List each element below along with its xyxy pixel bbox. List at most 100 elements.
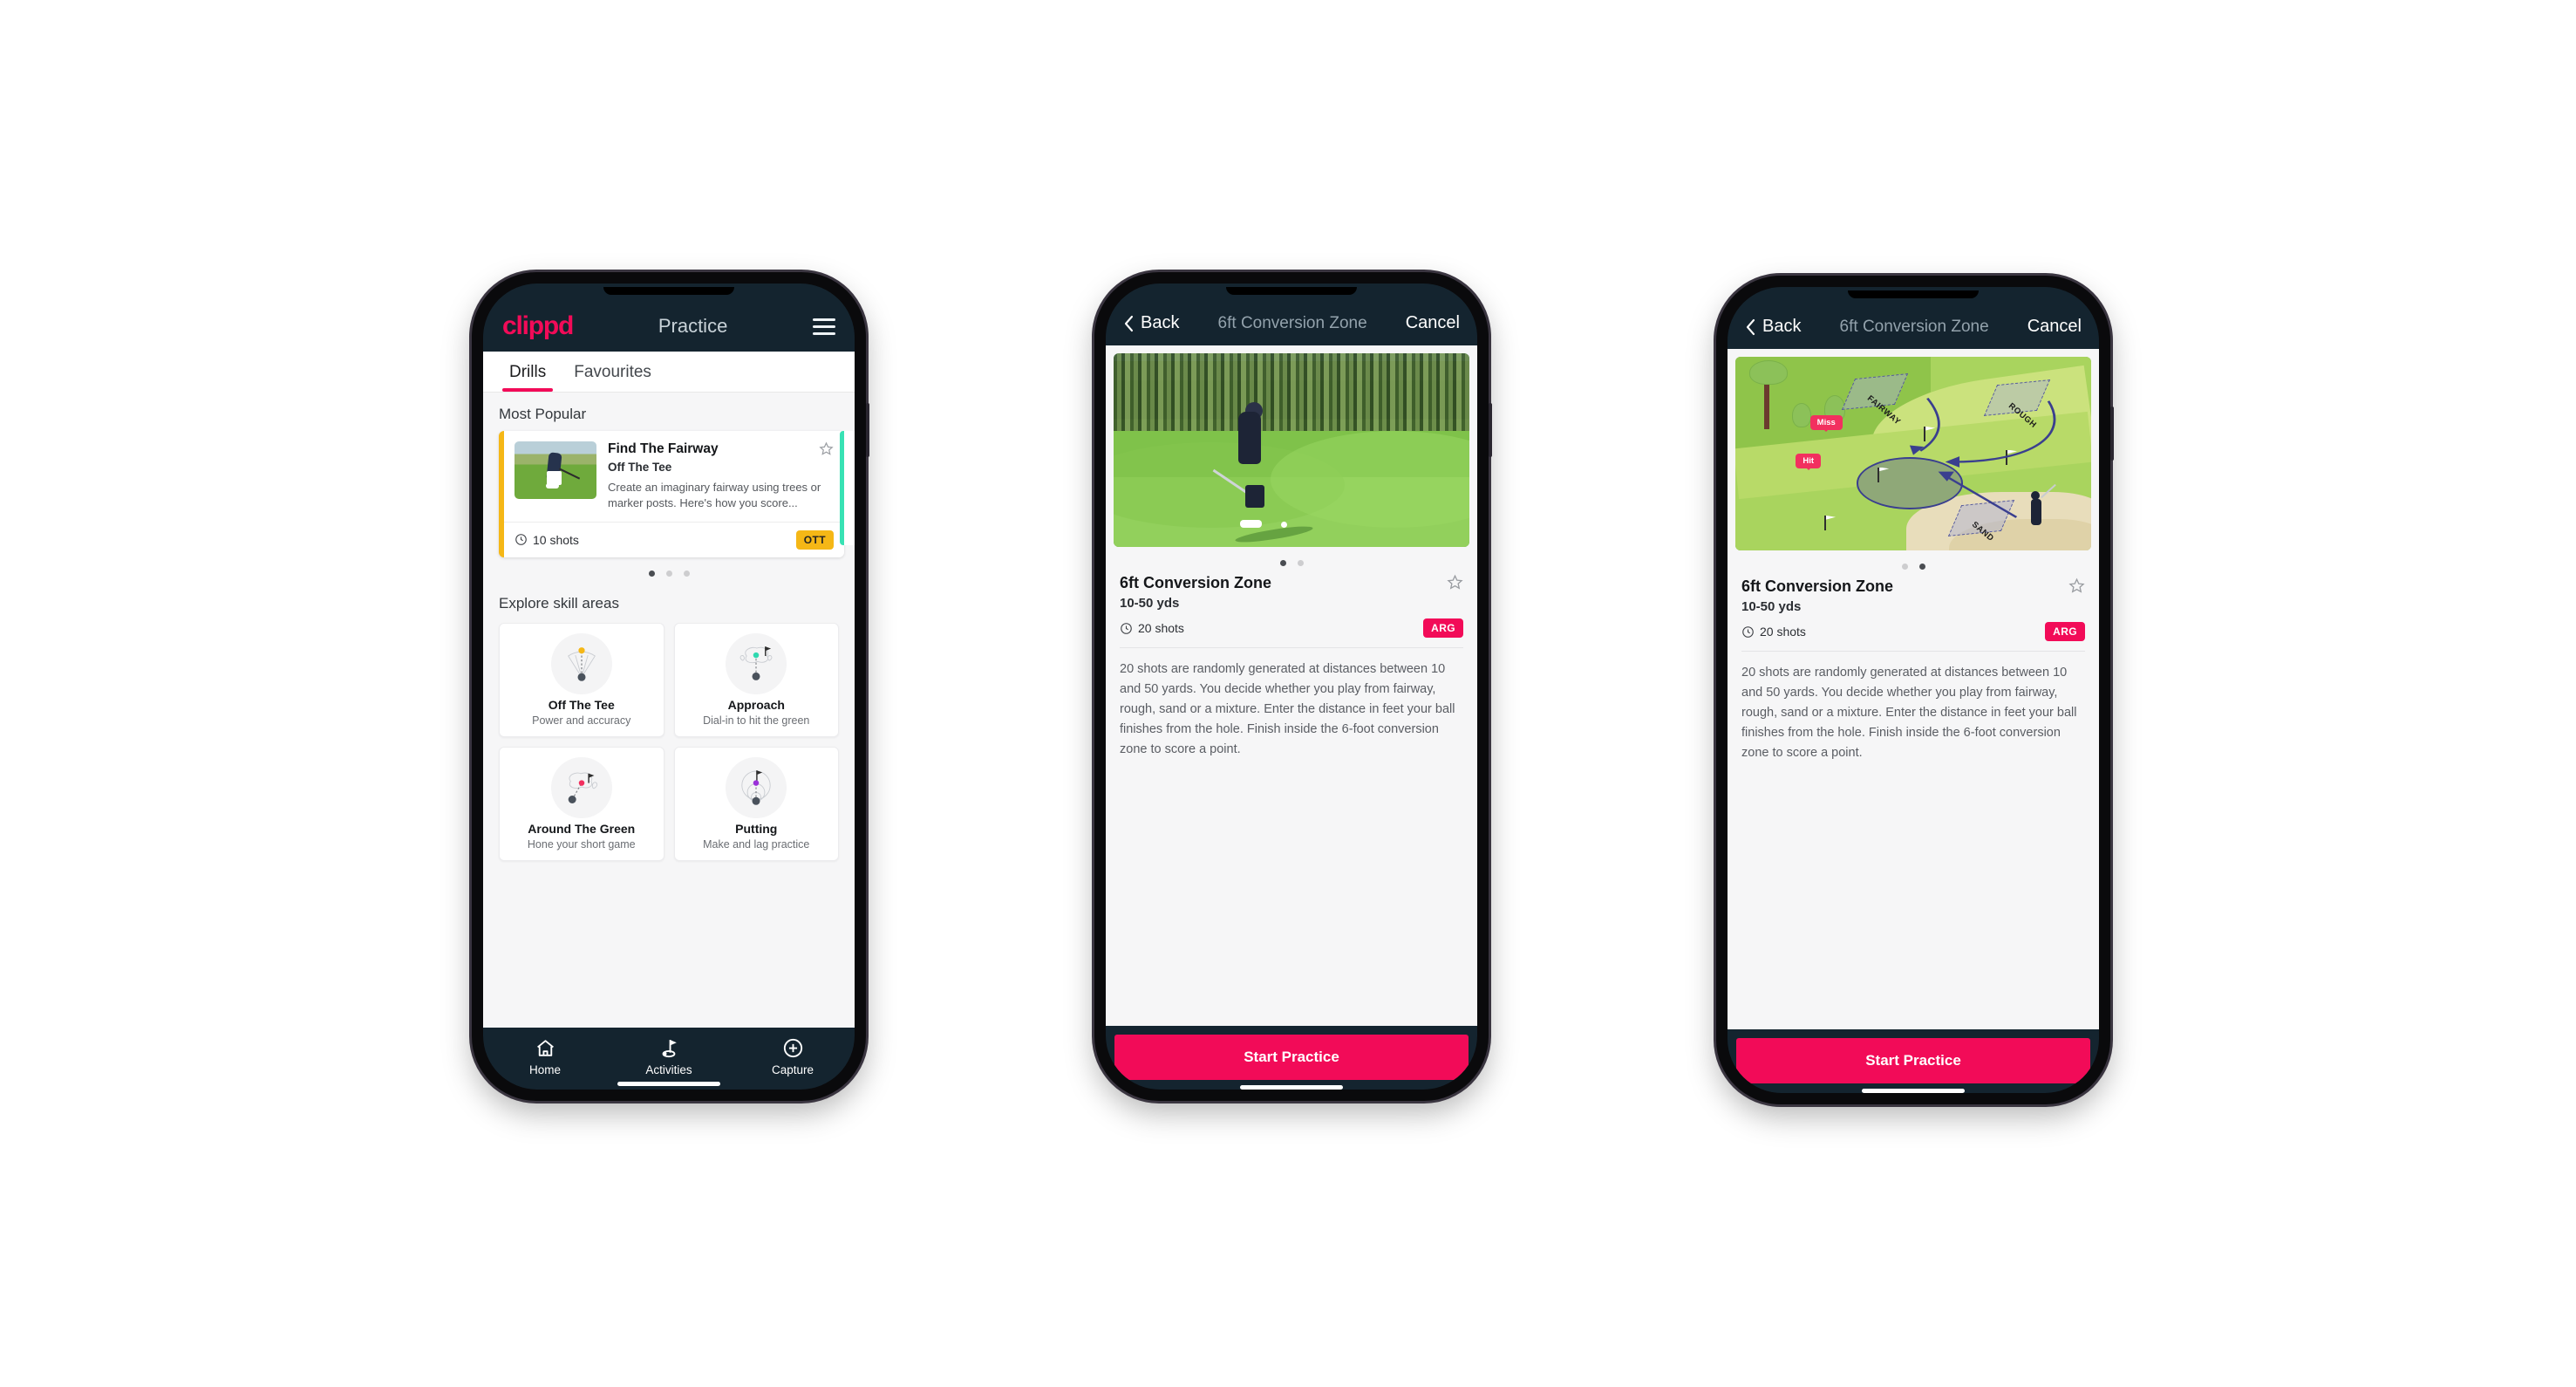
star-outline-icon[interactable] [819, 441, 834, 456]
clock-icon [1121, 622, 1132, 634]
drill-title: Find The Fairway [608, 441, 719, 456]
skill-desc: Hone your short game [527, 837, 636, 851]
skill-desc: Dial-in to hit the green [703, 714, 810, 727]
phone-3-drill-detail-map: Back 6ft Conversion Zone Cancel FAIRWAY … [1716, 276, 2114, 1104]
content-scroll-area[interactable]: Most Popular Find The Fairway Off The Te… [483, 393, 855, 1028]
chevron-left-icon [1124, 315, 1134, 331]
carousel-dot-2[interactable] [665, 570, 672, 577]
drill-shots: 10 shots [515, 533, 579, 547]
popular-carousel[interactable]: Find The Fairway Off The Tee Create an i… [483, 431, 855, 557]
back-button[interactable]: Back [1123, 313, 1179, 333]
skill-areas-grid: Off The Tee Power and accuracy Approach … [483, 620, 855, 871]
hit-marker: Hit [1796, 454, 1822, 470]
drill-detail-title: 6ft Conversion Zone [1120, 574, 1272, 591]
skill-name: Putting [735, 821, 778, 836]
home-indicator [617, 1082, 720, 1086]
start-practice-button[interactable]: Start Practice [1114, 1035, 1469, 1080]
carousel-dot-3[interactable] [683, 570, 690, 577]
media-dot-1[interactable] [1279, 560, 1286, 566]
drill-photo[interactable] [1114, 353, 1469, 547]
cancel-button[interactable]: Cancel [2027, 317, 2082, 337]
detail-title: 6ft Conversion Zone [1839, 317, 1989, 336]
golf-flag-icon [662, 1040, 677, 1058]
carousel-dot-1[interactable] [648, 570, 655, 577]
tabbar-label: Home [528, 1063, 561, 1076]
skill-desc: Make and lag practice [703, 837, 810, 851]
home-indicator [1240, 1085, 1343, 1090]
media-dot-1[interactable] [1901, 564, 1908, 570]
chevron-left-icon [1746, 318, 1755, 335]
next-card-peek[interactable] [840, 431, 855, 545]
drill-shots: 20 shots [1741, 625, 1806, 639]
tabbar-item-activities[interactable]: Activities [607, 1037, 731, 1076]
tab-drills[interactable]: Drills [495, 352, 560, 392]
explore-skill-areas-heading: Explore skill areas [499, 594, 619, 612]
phone-side-button [866, 403, 869, 457]
skill-card-off-the-tee[interactable]: Off The Tee Power and accuracy [499, 622, 664, 737]
tabbar-item-capture[interactable]: Capture [731, 1037, 855, 1076]
phone-side-button [1489, 403, 1492, 457]
drill-shots-label: 10 shots [533, 532, 579, 547]
skill-card-around-the-green[interactable]: Around The Green Hone your short game [499, 746, 664, 861]
drill-detail-description: 20 shots are randomly generated at dista… [1120, 662, 1455, 756]
skill-badge-arg: ARG [2045, 622, 2085, 641]
drill-category: Off The Tee [608, 460, 672, 474]
carousel-dots[interactable] [483, 557, 855, 582]
skill-name: Around The Green [528, 821, 636, 836]
cancel-button[interactable]: Cancel [1406, 313, 1460, 333]
clock-icon [515, 534, 527, 545]
clock-icon [1742, 625, 1754, 638]
back-label: Back [1762, 317, 1802, 336]
drill-distance: 10-50 yds [1120, 596, 1180, 611]
golfer-figure [2030, 491, 2041, 526]
clippd-logo: clippd [502, 311, 574, 340]
drill-shots: 20 shots [1120, 621, 1184, 635]
skill-card-approach[interactable]: Approach Dial-in to hit the green [673, 622, 839, 737]
skill-card-putting[interactable]: Putting Make and lag practice [673, 746, 839, 861]
skill-name: Approach [727, 697, 785, 712]
tabbar-label: Capture [771, 1063, 814, 1076]
phone-notch [1226, 287, 1357, 295]
drill-detail-title: 6ft Conversion Zone [1741, 577, 1894, 595]
star-outline-icon[interactable] [1447, 574, 1463, 591]
miss-marker: Miss [1809, 414, 1843, 432]
media-dots[interactable] [1106, 547, 1477, 571]
phone-side-button [2110, 407, 2114, 461]
tabbar-label: Activities [645, 1063, 692, 1076]
hamburger-icon[interactable] [813, 318, 835, 335]
start-practice-button[interactable]: Start Practice [1736, 1038, 2090, 1083]
back-label: Back [1141, 313, 1180, 332]
drill-shots-label: 20 shots [1760, 625, 1806, 639]
drill-description: Create an imaginary fairway using trees … [608, 480, 821, 510]
home-icon [536, 1040, 554, 1056]
drill-meta: 6ft Conversion Zone 10-50 yds 20 shots A… [1106, 571, 1477, 638]
course-map-illustration[interactable]: FAIRWAY ROUGH SAND Miss Hit [1735, 357, 2091, 550]
skill-desc: Power and accuracy [532, 714, 631, 727]
drill-shots-label: 20 shots [1138, 621, 1184, 635]
media-dot-2[interactable] [1918, 564, 1925, 570]
star-outline-icon[interactable] [2068, 577, 2085, 594]
media-dot-2[interactable] [1297, 560, 1304, 566]
drill-card[interactable]: Find The Fairway Off The Tee Create an i… [499, 431, 844, 557]
skill-name: Off The Tee [548, 697, 615, 712]
tabbar-item-home[interactable]: Home [483, 1037, 607, 1076]
drill-distance: 10-50 yds [1741, 599, 1802, 614]
drill-detail-description: 20 shots are randomly generated at dista… [1741, 666, 2077, 760]
putting-rings-icon [726, 756, 787, 818]
drill-thumbnail [515, 441, 596, 499]
skill-badge-ott: OTT [795, 530, 834, 550]
bottom-tab-bar: Home Activities Capture [483, 1028, 855, 1090]
back-button[interactable]: Back [1745, 317, 1801, 337]
home-indicator [1862, 1089, 1965, 1093]
detail-title: 6ft Conversion Zone [1217, 313, 1367, 332]
green-approach-icon [726, 632, 787, 694]
phone-notch [1848, 290, 1979, 298]
media-dots[interactable] [1728, 550, 2099, 575]
phone-notch [603, 287, 734, 295]
detail-body: 6ft Conversion Zone 10-50 yds 20 shots A… [1106, 345, 1477, 1026]
tab-favourites[interactable]: Favourites [560, 352, 665, 392]
tab-bar: Drills Favourites [483, 352, 855, 393]
detail-body: FAIRWAY ROUGH SAND Miss Hit 6ft Conversi… [1728, 349, 2099, 1029]
cta-container: Start Practice [1728, 1029, 2099, 1093]
drill-meta: 6ft Conversion Zone 10-50 yds 20 shots A… [1728, 575, 2099, 641]
